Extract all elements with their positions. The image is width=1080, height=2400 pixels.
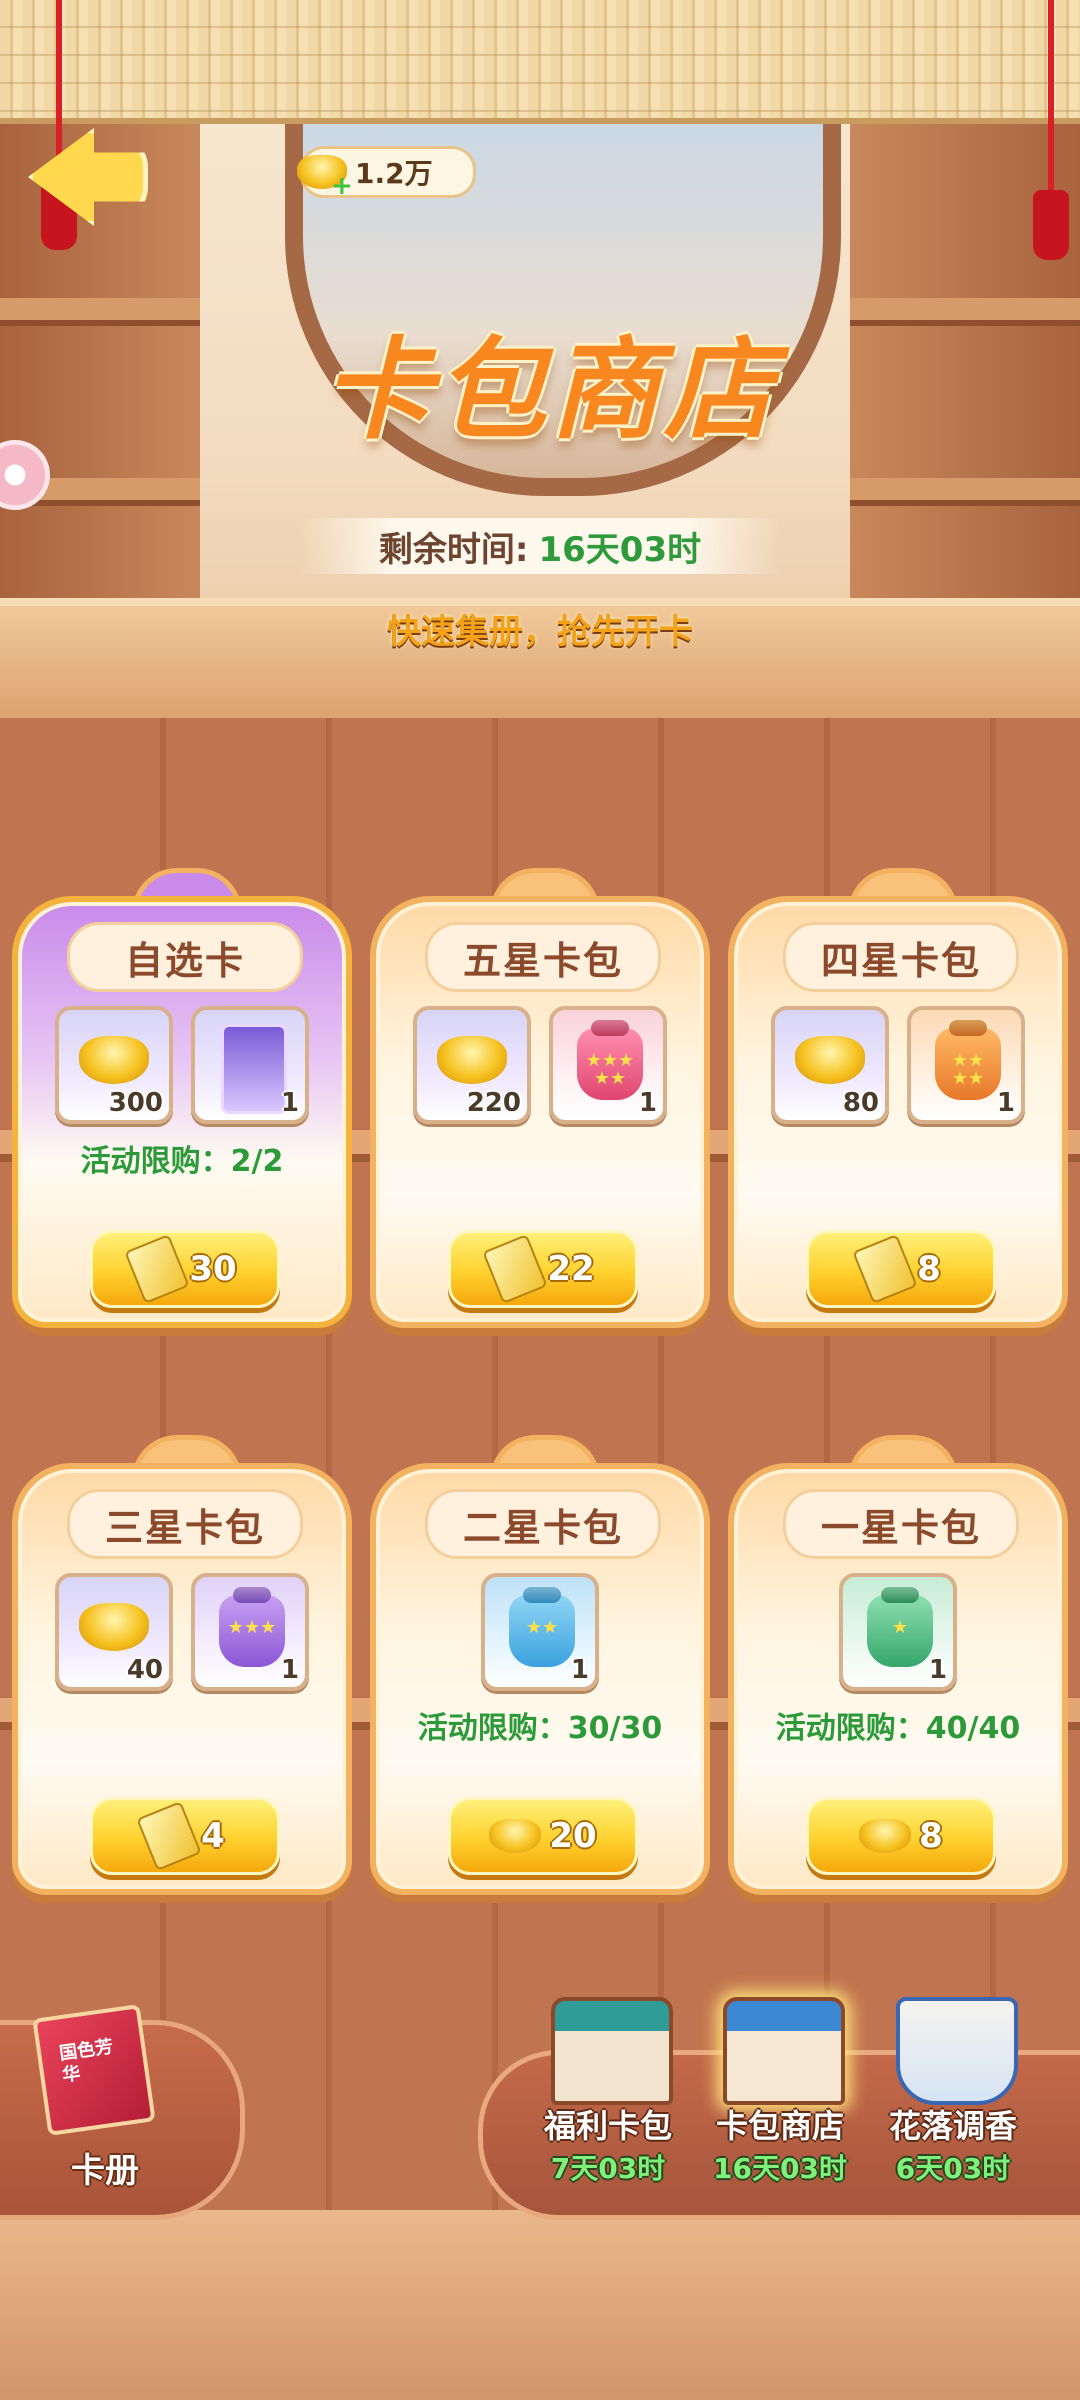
buy-button[interactable]: 30 <box>90 1230 280 1308</box>
price-value: 8 <box>917 1249 941 1289</box>
page-title: 卡包商店 <box>322 325 778 454</box>
buy-button[interactable]: 8 <box>806 1230 996 1308</box>
green-card-pack-icon: ★ <box>867 1595 933 1667</box>
card-album-button[interactable]: 国色芳华 卡册 <box>0 2004 245 2220</box>
price-value: 20 <box>549 1816 597 1856</box>
card-title: 一星卡包 <box>783 1489 1019 1559</box>
card-items: 220 ★★★ ★★ 1 <box>370 1006 710 1132</box>
reward-quantity: 1 <box>280 1088 299 1118</box>
card-title: 五星卡包 <box>425 922 661 992</box>
purchase-limit: 活动限购：30/30 <box>417 1711 663 1746</box>
purchase-limit: 活动限购：40/40 <box>775 1711 1021 1746</box>
shop-card-two-star[interactable]: 二星卡包 ★★ 1 活动限购：30/30 20 <box>370 1435 710 1895</box>
card-shop-pavilion-icon <box>723 1997 845 2105</box>
card-items: ★ 1 <box>728 1573 1068 1699</box>
price-value: 30 <box>189 1249 237 1289</box>
orange-card-pack-icon: ★★ ★★ <box>935 1028 1001 1100</box>
reward-slot[interactable]: 1 <box>191 1006 309 1124</box>
ticket-icon <box>852 1234 918 1304</box>
card-title: 自选卡 <box>67 922 303 992</box>
reward-quantity: 300 <box>108 1088 163 1118</box>
blue-card-pack-icon: ★★ <box>509 1595 575 1667</box>
incense-mortar-icon <box>896 1997 1018 2105</box>
ticket-icon <box>124 1234 191 1304</box>
gold-ingot-icon <box>859 1819 912 1853</box>
red-tassel-decoration <box>1033 190 1069 260</box>
reward-slot[interactable]: ★★ ★★ 1 <box>907 1006 1025 1124</box>
card-items: 300 1 <box>12 1006 352 1132</box>
shop-card-five-star[interactable]: 五星卡包 220 ★★★ ★★ 1 22 <box>370 868 710 1328</box>
reward-quantity: 1 <box>928 1655 947 1685</box>
nav-timer: 6天03时 <box>895 2152 1011 2185</box>
slogan-text: 快速集册，抢先开卡 <box>387 612 693 652</box>
plus-icon: + <box>331 171 353 201</box>
reward-quantity: 220 <box>466 1088 521 1118</box>
album-label: 卡册 <box>71 2151 139 2191</box>
red-tassel-decoration <box>1048 0 1054 220</box>
card-title: 二星卡包 <box>425 1489 661 1559</box>
nav-label: 花落调香 <box>888 2107 1017 2145</box>
bamboo-blind <box>0 0 1080 124</box>
price-value: 4 <box>201 1816 225 1856</box>
reward-slot[interactable]: 80 <box>771 1006 889 1124</box>
nav-label: 福利卡包 <box>543 2107 672 2145</box>
remaining-time-banner: 剩余时间: 16天03时 <box>300 518 780 574</box>
gold-ingot-icon <box>489 1819 542 1853</box>
nav-item-card-shop[interactable]: 卡包商店 16天03时 <box>695 1997 865 2207</box>
album-cover-text: 国色芳华 <box>57 2036 115 2087</box>
card-title: 四星卡包 <box>783 922 1019 992</box>
gold-ingot-icon <box>795 1036 865 1084</box>
nav-label: 卡包商店 <box>715 2107 844 2145</box>
reward-slot[interactable]: ★★ 1 <box>481 1573 599 1691</box>
card-items: 80 ★★ ★★ 1 <box>728 1006 1068 1132</box>
reward-quantity: 1 <box>280 1655 299 1685</box>
buy-button[interactable]: 4 <box>90 1797 280 1875</box>
reward-slot[interactable]: ★★★ 1 <box>191 1573 309 1691</box>
nav-timer: 7天03时 <box>550 2152 666 2185</box>
shop-card-three-star[interactable]: 三星卡包 40 ★★★ 1 4 <box>12 1435 352 1895</box>
nav-timer: 16天03时 <box>713 2152 847 2185</box>
reward-quantity: 1 <box>996 1088 1015 1118</box>
nav-item-welfare-pack[interactable]: 福利卡包 7天03时 <box>523 1997 693 2207</box>
gold-ingot-icon <box>79 1603 149 1651</box>
reward-quantity: 80 <box>842 1088 879 1118</box>
shop-card-four-star[interactable]: 四星卡包 80 ★★ ★★ 1 8 <box>728 868 1068 1328</box>
reward-slot[interactable]: 40 <box>55 1573 173 1691</box>
reward-quantity: 1 <box>638 1088 657 1118</box>
card-items: 40 ★★★ 1 <box>12 1573 352 1699</box>
purple-card-pack-icon: ★★★ <box>219 1595 285 1667</box>
nav-item-incense[interactable]: 花落调香 6天03时 <box>868 1997 1038 2207</box>
price-value: 8 <box>919 1816 943 1856</box>
buy-button[interactable]: 8 <box>806 1797 996 1875</box>
reward-slot[interactable]: ★★★ ★★ 1 <box>549 1006 667 1124</box>
reward-quantity: 1 <box>570 1655 589 1685</box>
character-card-icon <box>221 1024 287 1114</box>
ticket-icon <box>482 1234 549 1304</box>
remaining-time-label: 剩余时间: <box>378 529 529 570</box>
shop-card-one-star[interactable]: 一星卡包 ★ 1 活动限购：40/40 8 <box>728 1435 1068 1895</box>
shop-card-self-select[interactable]: 自选卡 300 1 活动限购：2/2 30 <box>12 868 352 1328</box>
card-items: ★★ 1 <box>370 1573 710 1699</box>
gold-ingot-icon <box>437 1036 507 1084</box>
remaining-time-value: 16天03时 <box>538 529 702 570</box>
gold-ingot-icon <box>79 1036 149 1084</box>
card-title: 三星卡包 <box>67 1489 303 1559</box>
pink-card-pack-icon: ★★★ ★★ <box>577 1028 643 1100</box>
price-value: 22 <box>547 1249 595 1289</box>
buy-button[interactable]: 20 <box>448 1797 638 1875</box>
event-nav-bar: 福利卡包 7天03时 卡包商店 16天03时 花落调香 6天03时 <box>478 1997 1080 2220</box>
currency-display[interactable]: + 1.2万 <box>297 146 476 201</box>
album-book-icon: 国色芳华 <box>32 2004 156 2136</box>
purchase-limit: 活动限购：2/2 <box>80 1144 284 1179</box>
currency-amount: 1.2万 <box>355 157 433 190</box>
welfare-pack-pavilion-icon <box>551 1997 673 2105</box>
reward-slot[interactable]: ★ 1 <box>839 1573 957 1691</box>
reward-quantity: 40 <box>126 1655 163 1685</box>
reward-slot[interactable]: 220 <box>413 1006 531 1124</box>
reward-slot[interactable]: 300 <box>55 1006 173 1124</box>
buy-button[interactable]: 22 <box>448 1230 638 1308</box>
floor <box>0 2210 1080 2400</box>
ticket-icon <box>136 1801 202 1871</box>
